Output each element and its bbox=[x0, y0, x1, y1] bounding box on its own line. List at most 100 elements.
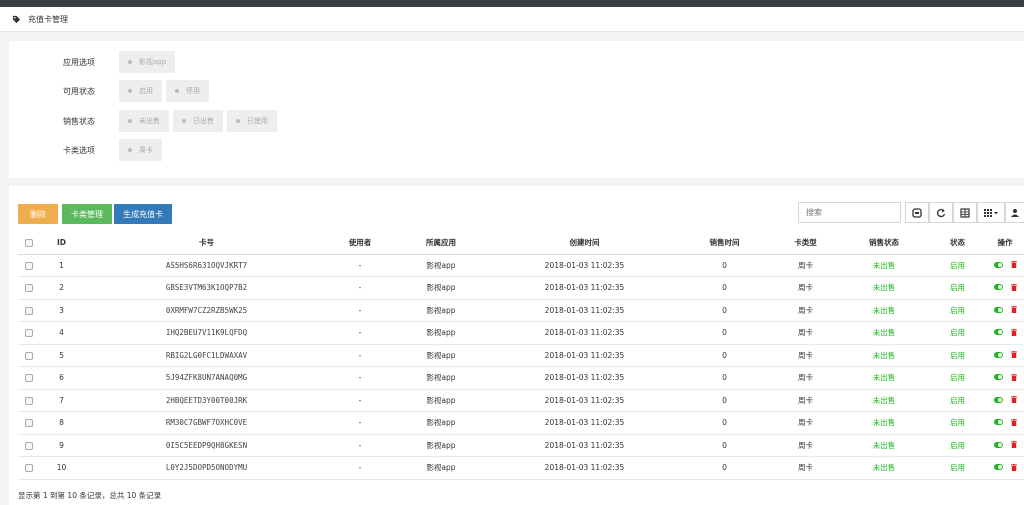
cell-sale-status: 未出售 bbox=[839, 456, 929, 480]
row-select-cell[interactable] bbox=[18, 299, 40, 322]
column-header[interactable]: 所属应用 bbox=[390, 231, 492, 255]
table-row: 5 RBIG2LG0FC1LDWAXAV - 影视app 2018-01-03 11:0… bbox=[18, 344, 1024, 367]
row-select-cell[interactable] bbox=[18, 321, 40, 345]
cell-created-time: 2018-01-03 11:02:35 bbox=[492, 299, 677, 322]
cell-card-number: GBSE3VTM63K1OQP7B2 bbox=[83, 276, 330, 300]
row-checkbox[interactable] bbox=[25, 306, 33, 315]
toggle-switch-icon[interactable] bbox=[993, 374, 1003, 381]
row-checkbox[interactable] bbox=[25, 396, 33, 405]
row-checkbox[interactable] bbox=[25, 441, 33, 450]
select-all-cell[interactable] bbox=[18, 231, 40, 255]
column-header[interactable]: 销售时间 bbox=[677, 231, 772, 255]
delete-button[interactable]: 删除 bbox=[18, 204, 58, 224]
row-checkbox[interactable] bbox=[25, 284, 33, 293]
filter-chip[interactable]: 未出售 bbox=[119, 110, 169, 132]
row-checkbox[interactable] bbox=[25, 261, 33, 270]
row-checkbox[interactable] bbox=[25, 464, 33, 473]
cell-app: 影视app bbox=[390, 411, 492, 435]
row-select-cell[interactable] bbox=[18, 434, 40, 457]
column-header[interactable]: 卡类型 bbox=[772, 231, 839, 255]
refresh-button[interactable] bbox=[929, 202, 953, 223]
toggle-switch-icon[interactable] bbox=[993, 261, 1003, 268]
cell-user: - bbox=[330, 411, 390, 435]
trash-icon[interactable] bbox=[1010, 306, 1017, 314]
column-header[interactable]: 销售状态 bbox=[839, 231, 929, 255]
filter-chip[interactable]: 周卡 bbox=[119, 139, 162, 161]
cell-app: 影视app bbox=[390, 299, 492, 322]
row-select-cell[interactable] bbox=[18, 254, 40, 277]
cell-id: 3 bbox=[40, 299, 83, 322]
filter-chip[interactable]: 启用 bbox=[119, 80, 162, 102]
table-row: 2 GBSE3VTM63K1OQP7B2- 影视app 2018-01-03 11:0… bbox=[18, 276, 1024, 300]
trash-icon[interactable] bbox=[1010, 373, 1017, 381]
columns-button[interactable] bbox=[953, 202, 977, 223]
grid-menu-button[interactable] bbox=[977, 202, 1005, 223]
radio-dot-icon bbox=[128, 60, 132, 64]
radio-dot-icon bbox=[175, 89, 179, 93]
cell-id: 2 bbox=[40, 276, 83, 300]
filter-chip[interactable]: 已出售 bbox=[173, 110, 223, 132]
trash-icon[interactable] bbox=[1010, 328, 1017, 336]
cell-card-type: 周卡 bbox=[772, 276, 839, 300]
cell-sale-status: 未出售 bbox=[839, 321, 929, 345]
toggle-switch-icon[interactable] bbox=[993, 464, 1003, 471]
row-select-cell[interactable] bbox=[18, 366, 40, 390]
generate-card-button[interactable]: 生成充值卡 bbox=[114, 204, 172, 224]
toggle-switch-icon[interactable] bbox=[993, 284, 1003, 291]
cell-id: 10 bbox=[40, 456, 83, 480]
row-checkbox[interactable] bbox=[25, 351, 33, 360]
row-select-cell[interactable] bbox=[18, 344, 40, 367]
cell-created-time: 2018-01-03 11:02:35 bbox=[492, 434, 677, 457]
column-header: 操作 bbox=[986, 231, 1024, 255]
search-input[interactable] bbox=[798, 202, 901, 223]
cell-app: 影视app bbox=[390, 366, 492, 390]
card-type-button[interactable]: 卡类管理 bbox=[62, 204, 112, 224]
cell-ops bbox=[986, 434, 1024, 457]
cell-created-time: 2018-01-03 11:02:35 bbox=[492, 321, 677, 345]
column-header[interactable]: ID bbox=[40, 231, 83, 255]
row-checkbox[interactable] bbox=[25, 374, 33, 383]
cell-card-number: L0Y2J5DOPD5ONODYMU bbox=[83, 456, 330, 480]
export-button[interactable] bbox=[1005, 202, 1024, 223]
trash-icon[interactable] bbox=[1010, 418, 1017, 426]
toggle-switch-icon[interactable] bbox=[993, 329, 1003, 336]
export-icon bbox=[1011, 208, 1019, 217]
toggle-switch-icon[interactable] bbox=[993, 441, 1003, 448]
cell-sale-time: 0 bbox=[677, 389, 772, 412]
cell-ops bbox=[986, 366, 1024, 390]
toggle-switch-icon[interactable] bbox=[993, 351, 1003, 358]
column-header[interactable]: 卡号 bbox=[83, 231, 330, 255]
column-header[interactable]: 状态 bbox=[929, 231, 986, 255]
cell-id: 4 bbox=[40, 321, 83, 345]
column-header[interactable]: 使用者 bbox=[330, 231, 390, 255]
trash-icon[interactable] bbox=[1010, 351, 1017, 359]
row-checkbox[interactable] bbox=[25, 419, 33, 428]
trash-icon[interactable] bbox=[1010, 261, 1017, 269]
column-header[interactable]: 创建时间 bbox=[492, 231, 677, 255]
trash-icon[interactable] bbox=[1010, 396, 1017, 404]
row-select-cell[interactable] bbox=[18, 389, 40, 412]
filter-chip[interactable]: 影视app bbox=[119, 51, 176, 73]
columns-icon bbox=[960, 207, 970, 218]
toggle-view-button[interactable] bbox=[905, 202, 929, 223]
cell-status: 启用 bbox=[929, 456, 986, 480]
trash-icon[interactable] bbox=[1010, 283, 1017, 291]
trash-icon[interactable] bbox=[1010, 463, 1017, 471]
trash-icon[interactable] bbox=[1010, 441, 1017, 449]
cell-sale-time: 0 bbox=[677, 344, 772, 367]
filter-chip[interactable]: 停用 bbox=[166, 80, 209, 102]
select-all-checkbox[interactable] bbox=[25, 238, 33, 247]
toggle-switch-icon[interactable] bbox=[993, 396, 1003, 403]
toggle-switch-icon[interactable] bbox=[993, 419, 1003, 426]
row-select-cell[interactable] bbox=[18, 411, 40, 435]
cell-app: 影视app bbox=[390, 254, 492, 277]
filter-chip[interactable]: 已使用 bbox=[227, 110, 277, 132]
row-checkbox[interactable] bbox=[25, 329, 33, 338]
refresh-icon bbox=[937, 208, 946, 217]
row-select-cell[interactable] bbox=[18, 276, 40, 300]
cell-sale-time: 0 bbox=[677, 276, 772, 300]
cell-card-number: RBIG2LG0FC1LDWAXAV bbox=[83, 344, 330, 367]
cell-sale-status: 未出售 bbox=[839, 389, 929, 412]
toggle-switch-icon[interactable] bbox=[993, 306, 1003, 313]
row-select-cell[interactable] bbox=[18, 456, 40, 480]
